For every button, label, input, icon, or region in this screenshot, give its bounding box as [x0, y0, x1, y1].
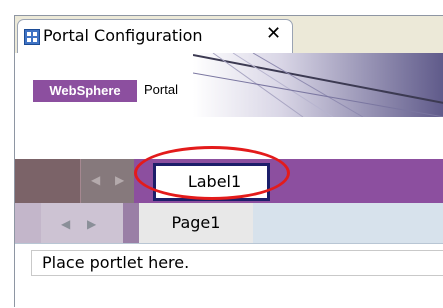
banner-graphic: [193, 53, 443, 117]
portlet-drop-zone[interactable]: Place portlet here.: [31, 250, 443, 276]
label-nav-left-block: [15, 159, 81, 203]
page-nav-divider: [123, 203, 139, 243]
chevron-left-icon[interactable]: ◀: [61, 217, 70, 231]
page-navigation-row: ◀ ▶ Page1: [15, 203, 443, 244]
label-navigation-row: ◀ ▶ Label1: [15, 159, 443, 203]
editor-tab-strip: Portal Configuration ✕: [15, 16, 443, 53]
portal-config-icon: [24, 29, 40, 45]
close-icon[interactable]: ✕: [266, 23, 281, 45]
label-tab[interactable]: Label1: [153, 163, 270, 201]
websphere-logo: WebSphere: [33, 80, 137, 102]
chevron-left-icon[interactable]: ◀: [91, 173, 100, 187]
editor-tab-title: Portal Configuration: [43, 26, 203, 45]
chevron-right-icon[interactable]: ▶: [87, 217, 96, 231]
banner-spacer: [15, 117, 443, 159]
portlet-placeholder-text: Place portlet here.: [42, 253, 190, 272]
page-nav-left-block: [15, 203, 41, 243]
label-nav-scroll: ◀ ▶: [81, 159, 134, 203]
portlet-content-area: Place portlet here.: [15, 244, 443, 308]
label-tab-text: Label1: [187, 172, 242, 191]
page-tab-text: Page1: [171, 213, 221, 232]
editor-tab-portal-configuration[interactable]: Portal Configuration ✕: [17, 19, 293, 53]
page-tab[interactable]: Page1: [139, 203, 253, 243]
portal-editor-frame: Portal Configuration ✕ WebSphere Portal: [14, 15, 443, 308]
portal-logo-text: Portal: [144, 82, 178, 97]
portal-banner: WebSphere Portal: [15, 53, 443, 117]
page-nav-scroll: ◀ ▶: [41, 203, 123, 243]
chevron-right-icon[interactable]: ▶: [115, 173, 124, 187]
